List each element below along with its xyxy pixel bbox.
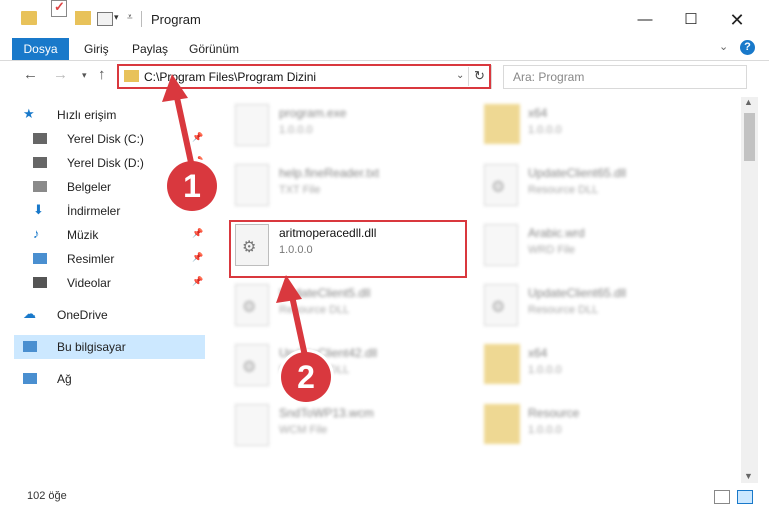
annotation-arrows (162, 74, 308, 357)
arrow-2-head (276, 275, 302, 303)
arrow-1-head (162, 74, 188, 102)
arrow-2-shaft (289, 295, 308, 357)
arrow-1-shaft (173, 92, 195, 168)
